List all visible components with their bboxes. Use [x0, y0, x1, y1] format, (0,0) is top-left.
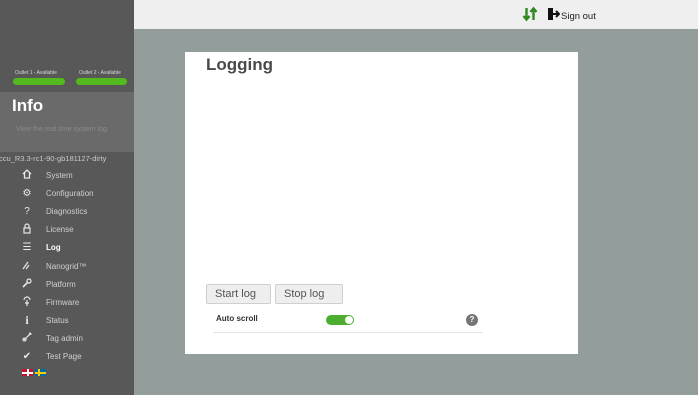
sweden-flag-icon[interactable]: [35, 369, 46, 376]
section-title: Info: [12, 96, 44, 115]
firmware-icon: [20, 296, 34, 309]
check-icon: ✔: [22, 351, 32, 363]
sign-out-button[interactable]: Sign out: [547, 7, 596, 26]
sidebar-item-log[interactable]: ☰ Log: [0, 239, 134, 257]
sign-out-icon: [547, 7, 561, 26]
sidebar-item-label: Log: [46, 243, 61, 253]
outlet-1-indicator: [13, 78, 65, 85]
home-icon: [20, 168, 34, 182]
sidebar-item-label: Nanogrid™: [46, 261, 87, 271]
outlet-2-indicator: [76, 78, 127, 85]
start-log-button[interactable]: Start log: [206, 284, 271, 304]
sidebar-item-label: Firmware: [46, 297, 80, 307]
outlet-1-label: Outlet 1 - Available: [15, 70, 57, 76]
lock-icon: [20, 223, 34, 237]
log-output[interactable]: [206, 86, 561, 281]
sidebar-item-label: Status: [46, 316, 69, 326]
page-title: Logging: [206, 55, 274, 74]
sidebar-item-label: License: [46, 225, 74, 235]
section-description: View the real time system log.: [16, 126, 109, 133]
sidebar-item-firmware[interactable]: Firmware: [0, 293, 134, 311]
sidebar-item-label: Test Page: [46, 352, 82, 362]
sidebar-item-label: Diagnostics: [46, 206, 88, 216]
sidebar-item-label: System: [46, 170, 73, 180]
sidebar-item-nanogrid[interactable]: Nanogrid™: [0, 257, 134, 275]
uk-flag-icon[interactable]: [22, 369, 33, 376]
sidebar-item-system[interactable]: System: [0, 166, 134, 184]
sidebar-nav: System ⚙ Configuration ? Diagnostics Lic…: [0, 166, 134, 366]
stop-log-button[interactable]: Stop log: [275, 284, 343, 304]
question-icon: ?: [24, 205, 30, 217]
gear-icon: ⚙: [22, 187, 32, 199]
wrench-icon: [20, 278, 34, 291]
nanogrid-icon: [20, 260, 34, 273]
help-icon[interactable]: ?: [466, 314, 478, 326]
sidebar-item-label: Platform: [46, 279, 76, 289]
auto-scroll-toggle[interactable]: [326, 315, 354, 325]
sidebar-item-tag-admin[interactable]: Tag admin: [0, 330, 134, 348]
sidebar-item-status[interactable]: i Status: [0, 312, 134, 330]
logging-panel: Logging Start log Stop log Auto scroll ?: [185, 52, 578, 354]
section-header: Info View the real time system log.: [0, 92, 134, 152]
tag-icon: [20, 332, 34, 345]
sidebar-item-platform[interactable]: Platform: [0, 275, 134, 293]
outlet-2-label: Outlet 2 - Available: [79, 70, 121, 76]
sidebar-item-diagnostics[interactable]: ? Diagnostics: [0, 202, 134, 220]
sidebar-item-label: Configuration: [46, 188, 94, 198]
auto-scroll-label: Auto scroll: [216, 314, 258, 323]
sort-arrows-icon[interactable]: [522, 6, 538, 22]
sign-out-label: Sign out: [561, 11, 596, 22]
sidebar: Outlet 1 - Available Outlet 2 - Availabl…: [0, 0, 134, 395]
info-icon: i: [25, 313, 29, 328]
language-switcher: [22, 369, 46, 376]
version-string: ccu_R3.3-rc1-90-gb181127-dirty: [0, 154, 107, 163]
sidebar-item-label: Tag admin: [46, 334, 83, 344]
toggle-knob: [345, 316, 353, 324]
list-icon: ☰: [22, 242, 32, 254]
sidebar-item-configuration[interactable]: ⚙ Configuration: [0, 184, 134, 202]
top-bar: Sign out: [134, 0, 698, 29]
sidebar-item-test-page[interactable]: ✔ Test Page: [0, 348, 134, 366]
auto-scroll-row: Auto scroll ?: [213, 310, 483, 333]
sidebar-item-license[interactable]: License: [0, 221, 134, 239]
